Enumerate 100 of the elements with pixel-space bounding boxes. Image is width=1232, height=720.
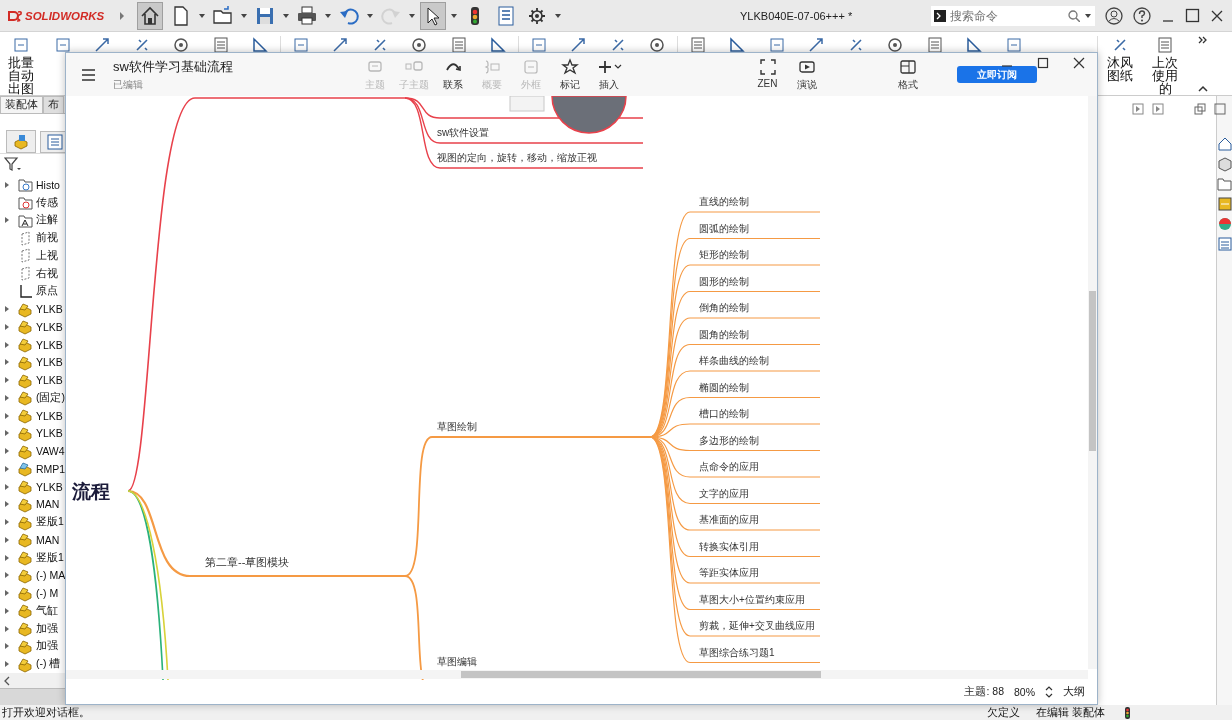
ribbon-tool-icon[interactable] — [489, 36, 508, 54]
root-topic[interactable]: 流程 — [72, 481, 110, 502]
expand-arrow-icon[interactable] — [118, 10, 126, 21]
maximize-icon[interactable] — [1185, 8, 1200, 23]
tree-item[interactable]: 原点 — [36, 284, 58, 299]
ribbon-tool-icon[interactable] — [648, 36, 667, 54]
help-icon[interactable] — [1133, 6, 1151, 25]
expand-arrow-icon[interactable] — [4, 429, 10, 438]
tree-item[interactable]: 上视 — [36, 248, 58, 263]
close-icon[interactable] — [1073, 57, 1085, 69]
expand-arrow-icon[interactable] — [4, 589, 10, 598]
zen-mode-button[interactable]: ZEN — [748, 57, 787, 92]
caret-icon[interactable] — [408, 11, 416, 20]
caret-icon[interactable] — [450, 11, 458, 20]
ribbon-tool-icon[interactable] — [172, 36, 191, 54]
scrollbar-thumb[interactable] — [461, 671, 821, 678]
tree-item[interactable]: (固定) — [36, 390, 65, 405]
expand-arrow-icon[interactable] — [4, 571, 10, 580]
ribbon-tool-icon[interactable] — [965, 36, 984, 54]
tree-item[interactable]: MAN — [36, 533, 60, 546]
part-view-icon[interactable] — [1216, 156, 1232, 172]
topic-label[interactable]: 视图的定向，旋转，移动，缩放正视 — [437, 152, 597, 163]
expand-arrow-icon[interactable] — [4, 482, 10, 491]
subtopic-label[interactable]: 椭圆的绘制 — [699, 381, 749, 393]
scroll-left-icon[interactable] — [4, 675, 11, 686]
tree-item[interactable]: 加强 — [36, 621, 58, 636]
panel-tab[interactable]: 装配体 — [0, 96, 43, 113]
ribbon-tool-icon[interactable] — [410, 36, 429, 54]
tree-item[interactable]: (-) M — [36, 587, 59, 600]
collapse-caret-icon[interactable] — [1198, 84, 1208, 92]
ribbon-tool-icon[interactable] — [569, 36, 588, 54]
expand-arrow-icon[interactable] — [4, 535, 10, 544]
tree-item[interactable]: Histo — [36, 178, 60, 191]
tree-item[interactable]: 前视 — [36, 231, 58, 246]
tree-item[interactable]: 右视 — [36, 266, 58, 281]
ribbon-button[interactable]: 批量自动出图 — [3, 36, 39, 95]
ribbon-tool-icon[interactable] — [728, 36, 747, 54]
expand-arrow-icon[interactable] — [4, 642, 10, 651]
topic-label[interactable]: 草图绘制 — [437, 421, 477, 432]
subtopic-label[interactable]: 直线的绘制 — [699, 196, 749, 207]
expand-arrow-icon[interactable] — [4, 340, 10, 349]
format-button[interactable]: 格式 — [888, 57, 927, 92]
caret-icon[interactable] — [282, 11, 290, 20]
subtopic-label[interactable]: 槽口的绘制 — [699, 408, 749, 419]
tree-item[interactable]: MAN — [36, 498, 60, 511]
expand-arrow-icon[interactable] — [4, 606, 10, 615]
subtopic-label[interactable]: 矩形的绘制 — [699, 249, 749, 260]
panel-tab[interactable]: 布 — [43, 96, 64, 113]
expand-arrow-icon[interactable] — [4, 518, 10, 527]
subtopic-label[interactable]: 圆形的绘制 — [699, 275, 749, 287]
restore-icon[interactable] — [1194, 103, 1206, 115]
subtopic-label[interactable]: 草图大小+位置约束应用 — [699, 593, 805, 605]
user-icon[interactable] — [1105, 6, 1123, 25]
topic-label[interactable]: 草图编辑 — [437, 656, 477, 667]
tree-item[interactable]: YLKB — [36, 320, 63, 333]
tree-item[interactable]: RMP1 — [36, 462, 65, 475]
tree-item[interactable]: 传感 — [36, 195, 58, 210]
zoom-stepper-icon[interactable] — [1045, 686, 1053, 698]
caret-icon[interactable] — [240, 11, 248, 20]
tree-item[interactable]: VAW4 — [36, 445, 65, 458]
subtopic-label[interactable]: 圆角的绘制 — [699, 328, 749, 340]
subscribe-button[interactable]: 立即订阅 — [957, 66, 1037, 83]
tree-item[interactable]: 注解 — [36, 213, 58, 228]
subtopic-label[interactable]: 草图综合练习题1 — [699, 646, 775, 658]
outline-button[interactable]: 大纲 — [1063, 685, 1085, 699]
presentation-button[interactable]: 演说 — [787, 57, 826, 92]
expand-arrow-icon[interactable] — [4, 305, 10, 314]
expand-arrow-icon[interactable] — [4, 180, 10, 189]
tree-item[interactable]: 气缸 — [36, 603, 58, 618]
tree-item[interactable]: 加强 — [36, 639, 58, 654]
marker-button[interactable]: 标记 — [550, 57, 589, 92]
appearance-icon[interactable] — [1216, 216, 1232, 232]
caret-icon[interactable] — [198, 11, 206, 20]
expand-arrow-icon[interactable] — [4, 358, 10, 367]
tree-item[interactable]: YLKB — [36, 356, 63, 369]
home-icon[interactable] — [1216, 136, 1232, 152]
ribbon-button[interactable]: 上次使用的 — [1146, 36, 1184, 95]
insert-button[interactable]: 插入 — [589, 57, 628, 92]
maximize-icon[interactable] — [1037, 57, 1049, 69]
search-field[interactable]: 搜索命令 — [950, 8, 1064, 23]
caret-icon[interactable] — [1084, 11, 1092, 20]
expand-arrow-icon[interactable] — [4, 216, 10, 225]
ribbon-tool-icon[interactable] — [93, 36, 112, 54]
expand-arrow-icon[interactable] — [4, 376, 10, 385]
subtopic-label[interactable]: 倒角的绘制 — [699, 302, 749, 313]
feature-tree-icon[interactable] — [13, 133, 29, 150]
topic-label[interactable]: sw软件设置 — [437, 127, 490, 138]
subtopic-label[interactable]: 基准面的应用 — [699, 514, 759, 525]
panel-icon[interactable] — [1132, 103, 1144, 115]
filter-icon[interactable] — [4, 155, 22, 172]
expand-arrow-icon[interactable] — [4, 500, 10, 509]
tree-item[interactable]: YLKB — [36, 338, 63, 351]
subtopic-label[interactable]: 点命令的应用 — [699, 461, 759, 472]
panel-icon[interactable] — [1152, 103, 1164, 115]
tree-item[interactable]: 竖版1 — [36, 515, 64, 530]
tree-item[interactable]: YLKB — [36, 303, 63, 316]
expand-arrow-icon[interactable] — [4, 464, 10, 473]
pointer-button[interactable] — [420, 1, 446, 30]
caret-icon[interactable] — [366, 11, 374, 20]
subtopic-label[interactable]: 剪裁，延伸+交叉曲线应用 — [699, 620, 815, 631]
